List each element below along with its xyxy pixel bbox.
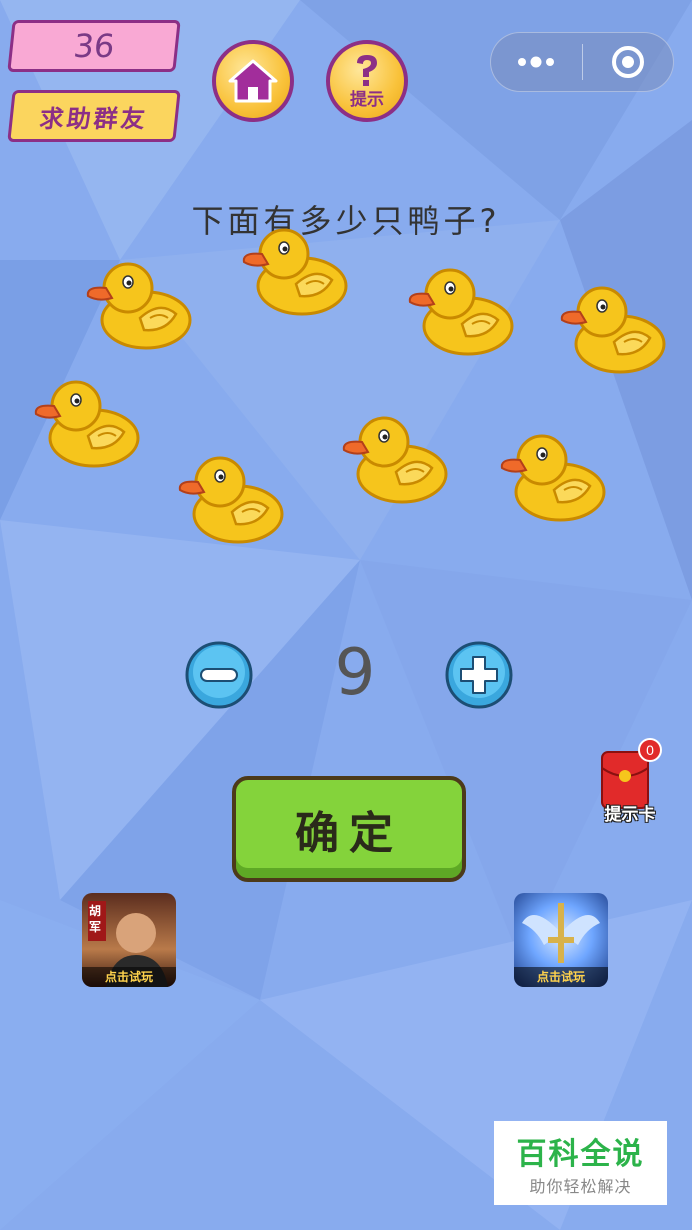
confirm-label: 确定 [295,808,403,859]
hint-button[interactable]: 提示 [326,40,408,122]
ask-friends-label: 求助群友 [38,104,150,133]
duck-1 [86,262,192,350]
watermark-title: 百科全说 [516,1137,645,1172]
hint-card-badge-count: 0 [646,742,654,758]
confirm-button[interactable]: 确定 [232,776,466,882]
mini-program-capsule [490,32,674,92]
duck-6 [178,456,284,544]
home-icon [228,59,278,103]
duck-5 [34,380,140,468]
ad-logo-text: 胡军 [89,904,102,934]
answer-count: 9 [334,636,376,710]
question-mark-icon [357,54,377,86]
ad-game-left[interactable]: 胡军 点击试玩 [82,893,176,987]
watermark-logo: 百科全说 助你轻松解决 [494,1121,667,1205]
more-button[interactable] [491,33,582,91]
ask-friends-button[interactable]: 求助群友 [7,90,181,142]
hint-label: 提示 [350,89,384,110]
target-close-icon [611,46,644,78]
more-dots-icon [518,56,555,68]
hint-card-label: 提示卡 [604,805,656,825]
duck-7 [342,416,448,504]
watermark-subtitle: 助你轻松解决 [529,1177,632,1196]
ad-right-label: 点击试玩 [514,967,608,987]
low-poly-background [0,0,692,1230]
duck-4 [560,286,666,374]
level-badge: 36 [7,20,181,72]
minus-button[interactable] [184,640,254,710]
duck-8 [500,434,606,522]
level-number: 36 [71,27,117,65]
home-button[interactable] [212,40,294,122]
plus-button[interactable] [444,640,514,710]
duck-3 [408,268,514,356]
ad-game-right[interactable]: 点击试玩 [514,893,608,987]
ad-left-label: 点击试玩 [82,967,176,987]
duck-2 [242,228,348,316]
close-button[interactable] [583,33,674,91]
